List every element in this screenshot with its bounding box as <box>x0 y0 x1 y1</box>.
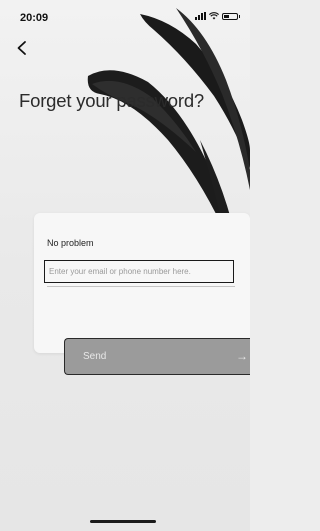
field-label: No problem <box>47 238 94 248</box>
input-underline <box>47 286 235 287</box>
arrow-right-icon: → <box>236 349 248 363</box>
back-button[interactable] <box>13 38 33 58</box>
email-phone-input[interactable] <box>44 260 234 283</box>
status-icons <box>195 12 240 20</box>
screen: 20:09 Forget your password? No problem S… <box>0 0 250 531</box>
signal-icon <box>195 12 206 20</box>
status-time: 20:09 <box>20 12 49 24</box>
reset-card: No problem <box>34 213 250 353</box>
status-bar: 20:09 <box>0 0 250 34</box>
wifi-icon <box>209 12 219 20</box>
page-title: Forget your password? <box>19 90 205 111</box>
send-button-label: Send <box>83 351 107 362</box>
send-button[interactable]: Send → <box>64 338 250 375</box>
home-indicator <box>90 520 156 523</box>
battery-icon <box>222 12 240 20</box>
chevron-left-icon <box>17 41 26 55</box>
